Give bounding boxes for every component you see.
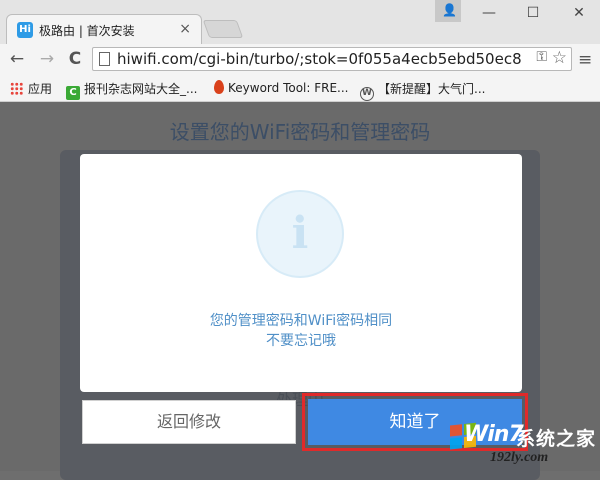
watermark-cn: 系统之家 [516,428,597,450]
info-icon: i [256,190,344,278]
bookmark-star-icon[interactable]: ☆ [552,48,567,68]
page-icon [99,52,110,66]
info-dialog: i 您的管理密码和WiFi密码相同 不要忘记哦 [80,154,522,392]
close-button[interactable]: ✕ [564,2,594,24]
tab-close-icon[interactable]: × [179,21,191,37]
page-title: 设置您的WiFi密码和管理密码 [169,120,431,144]
flame-icon [214,80,224,94]
title-bar: Hi 极路由 | 首次安装 × 👤 — ☐ ✕ [0,0,600,44]
bookmark-apps[interactable]: 应用 [10,80,52,97]
watermark-win: Win7 [464,422,524,447]
user-icon: 👤 [442,3,457,17]
bookmark-label: 【新提醒】大气门... [378,82,486,96]
hiwifi-logo-icon: Hi [17,22,33,38]
green-c-icon: C [66,86,80,100]
key-icon[interactable]: ⚿ [536,49,547,65]
profile-button[interactable]: 👤 [435,0,461,22]
back-button[interactable]: ← [6,48,28,70]
tab-router-setup[interactable]: Hi 极路由 | 首次安装 × [6,14,202,44]
minimize-button[interactable]: — [474,2,504,24]
go-back-edit-button[interactable]: 返回修改 [82,400,296,444]
wordpress-icon: W [360,87,374,101]
url-text[interactable]: hiwifi.com/cgi-bin/turbo/;stok=0f055a4ec… [117,50,522,68]
dialog-message-line2: 不要忘记哦 [266,333,336,349]
bookmark-label: 应用 [28,82,53,96]
bookmarks-bar: 应用 C 报刊杂志网站大全_... Keyword Tool: FRE... W 【… [0,74,600,102]
browser-toolbar: ← → C hiwifi.com/cgi-bin/turbo/;stok=0f0… [0,44,600,74]
page-viewport: 设置您的WiFi密码和管理密码 处理中 i 您的管理密码和WiFi密码相同 不要… [0,102,600,480]
bookmark-reminder[interactable]: W 【新提醒】大气门... [360,80,485,101]
apps-grid-icon [10,82,23,95]
bookmark-magazines[interactable]: C 报刊杂志网站大全_... [66,80,197,100]
maximize-button[interactable]: ☐ [518,2,548,24]
new-tab-button[interactable] [202,20,244,38]
menu-icon[interactable]: ≡ [578,50,594,70]
watermark-site: 192ly.com [490,450,549,465]
reload-button[interactable]: C [64,48,86,70]
forward-button[interactable]: → [36,48,58,70]
bookmark-keyword-tool[interactable]: Keyword Tool: FRE... [214,80,349,95]
bookmark-label: 报刊杂志网站大全_... [84,82,198,96]
tab-title: 极路由 | 首次安装 [39,24,135,38]
watermark: Win7 系统之家 192ly.com [444,420,600,471]
bookmark-label: Keyword Tool: FRE... [228,81,349,95]
address-bar[interactable]: hiwifi.com/cgi-bin/turbo/;stok=0f055a4ec… [92,47,572,71]
dialog-message-line1: 您的管理密码和WiFi密码相同 [209,313,393,329]
